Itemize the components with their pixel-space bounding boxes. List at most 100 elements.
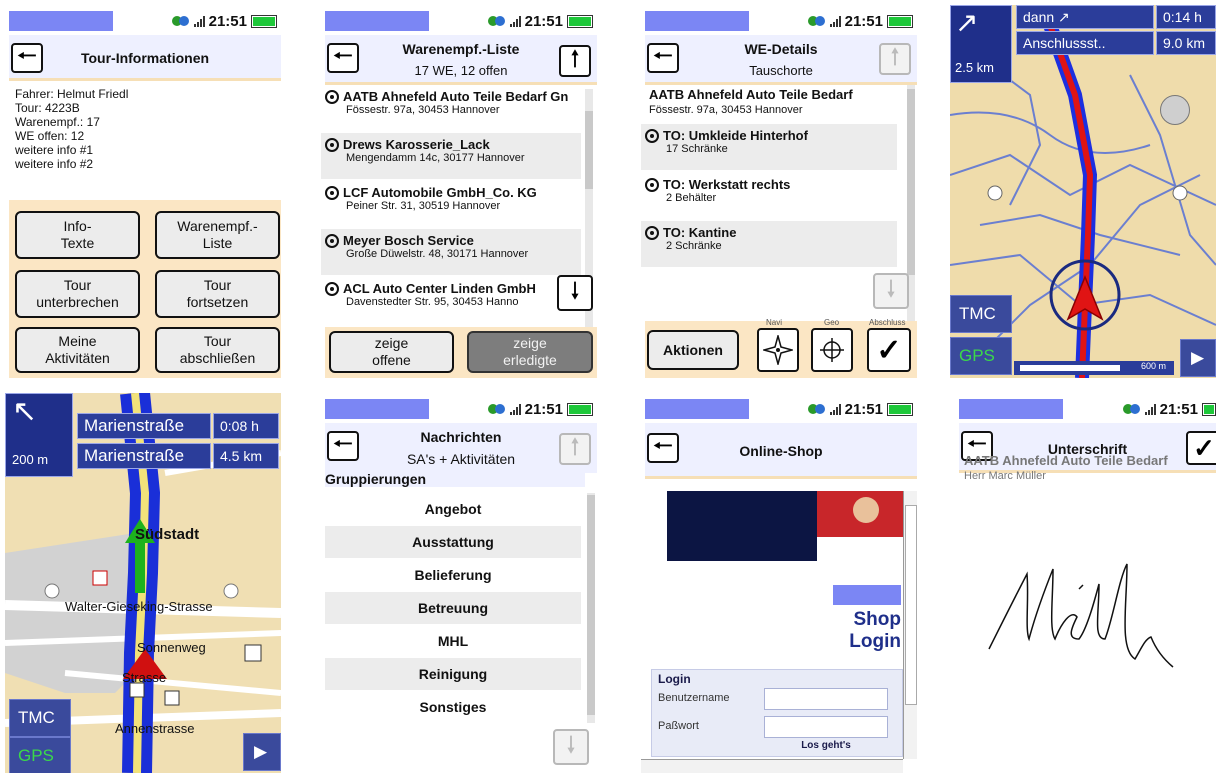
geo-button[interactable]	[811, 328, 853, 372]
app-title-bar	[325, 399, 429, 419]
list-item[interactable]: AATB Ahnefeld Auto Teile Bedarf Gn Fösse…	[321, 89, 581, 133]
horizontal-scrollbar[interactable]	[641, 759, 903, 773]
scroll-up-button[interactable]: 🠑	[879, 43, 911, 75]
remaining-time: 0:08 h	[213, 413, 279, 439]
complete-button[interactable]: ✓	[867, 328, 911, 372]
submit-link[interactable]: Los geht's	[764, 740, 888, 751]
vertical-scrollbar[interactable]	[903, 491, 917, 759]
group-item-reinigung[interactable]: Reinigung	[325, 658, 581, 690]
clock: 21:51	[208, 12, 247, 30]
confirm-button[interactable]: ✓	[1186, 431, 1216, 465]
radio-icon	[325, 137, 339, 152]
list-item[interactable]: ACL Auto Center Linden GmbH Davenstedter…	[321, 277, 581, 323]
scrollbar-thumb[interactable]	[585, 111, 593, 189]
battery-icon	[1202, 402, 1216, 416]
group-item-ausstattung[interactable]: Ausstattung	[325, 526, 581, 558]
back-button[interactable]: 🠐	[647, 433, 679, 463]
screen-recipient-details: 21:51 🠐 WE-Details Tauschorte 🠑 AATB Ahn…	[641, 5, 917, 378]
scrollbar-thumb[interactable]	[907, 89, 915, 275]
button-label: Tour	[63, 277, 92, 293]
button-label: Aktionen	[663, 341, 723, 358]
button-label: Meine	[58, 333, 97, 349]
group-item-belieferung[interactable]: Belieferung	[325, 559, 581, 591]
list-item[interactable]: Meyer Bosch Service Große Düwelstr. 48, …	[321, 229, 581, 275]
button-label: Liste	[202, 235, 233, 251]
actions-button[interactable]: Aktionen	[647, 330, 739, 370]
info-texte-button[interactable]: Info- Texte	[15, 211, 140, 259]
show-done-button[interactable]: zeige erledigte	[467, 331, 593, 373]
list-item[interactable]: TO: Kantine 2 Schränke	[641, 221, 897, 267]
page-title: WE-Details	[744, 41, 818, 57]
meine-aktivitaeten-button[interactable]: Meine Aktivitäten	[15, 327, 140, 373]
clock: 21:51	[1159, 400, 1198, 418]
next-street: Marienstraße	[77, 443, 211, 469]
page-title: Nachrichten	[420, 429, 502, 445]
username-input[interactable]	[764, 688, 888, 710]
group-item-betreuung[interactable]: Betreuung	[325, 592, 581, 624]
group-item-mhl[interactable]: MHL	[325, 625, 581, 657]
gps-button[interactable]: GPS	[950, 337, 1012, 375]
list-item[interactable]: TO: Werkstatt rechts 2 Behälter	[641, 173, 897, 219]
list-item[interactable]: Drews Karosserie_Lack Mengendamm 14c, 30…	[321, 133, 581, 179]
item-address: Große Düwelstr. 48, 30171 Hannover	[346, 248, 529, 260]
back-button[interactable]: 🠐	[11, 43, 43, 73]
show-open-button[interactable]: zeige offene	[329, 331, 454, 373]
status-bar: 21:51	[321, 393, 597, 423]
radio-icon	[645, 225, 659, 240]
button-label: Aktivitäten	[45, 350, 110, 366]
signal-icon	[1144, 403, 1156, 415]
scroll-down-button[interactable]: 🠓	[873, 273, 909, 309]
gps-button[interactable]: GPS	[9, 737, 71, 773]
tmc-button[interactable]: TMC	[950, 295, 1012, 333]
scrollbar[interactable]	[587, 493, 595, 723]
warenempf-liste-button[interactable]: Warenempf.- Liste	[155, 211, 280, 259]
battery-icon	[567, 14, 593, 28]
scrollbar-thumb[interactable]	[587, 495, 595, 715]
tour-info-panel: Fahrer: Helmut Friedl Tour: 4223B Warene…	[13, 85, 277, 200]
screen-navigation-map: ↗ 2.5 km dann ↗ Anschlussst.. 0:14 h 9.0…	[950, 5, 1216, 378]
tour-unterbrechen-button[interactable]: Tour unterbrechen	[15, 270, 140, 318]
tool-label-abschluss: Abschluss	[869, 318, 906, 327]
back-button[interactable]: 🠐	[647, 43, 679, 73]
clock: 21:51	[524, 400, 563, 418]
back-button[interactable]: 🠐	[327, 431, 359, 461]
screen-tour-info: 21:51 🠐 Tour-Informationen Fahrer: Helmu…	[5, 5, 281, 378]
play-button[interactable]: ▶	[1180, 339, 1216, 377]
group-item-angebot[interactable]: Angebot	[325, 493, 581, 525]
turn-indicator: ↖ 200 m	[5, 393, 73, 477]
then-instruction: dann ↗	[1016, 5, 1154, 29]
tour-abschliessen-button[interactable]: Tour abschließen	[155, 327, 280, 373]
play-icon: ▶	[1191, 348, 1205, 367]
arrow-left-icon: 🠐	[333, 43, 353, 68]
banner-photo	[817, 491, 903, 537]
checkmark-icon: ✓	[1193, 432, 1215, 463]
item-detail: 17 Schränke	[666, 143, 728, 155]
signal-icon	[509, 15, 521, 27]
arrow-up-right-icon: ↗	[955, 7, 979, 38]
tour-fortsetzen-button[interactable]: Tour fortsetzen	[155, 270, 280, 318]
list-item[interactable]: TO: Umkleide Hinterhof 17 Schränke	[641, 124, 897, 170]
header: 🠐 Online-Shop	[645, 423, 917, 479]
scrollbar-thumb[interactable]	[905, 505, 917, 705]
back-button[interactable]: 🠐	[327, 43, 359, 73]
button-label: zeige	[374, 335, 409, 351]
signature-pad[interactable]	[959, 489, 1216, 773]
group-heading: Gruppierungen	[325, 471, 585, 487]
scroll-down-button[interactable]: 🠓	[553, 729, 589, 765]
item-name: Meyer Bosch Service	[343, 233, 474, 248]
shop-logo-bar	[833, 585, 901, 605]
company-name: AATB Ahnefeld Auto Teile Bedarf	[649, 87, 853, 102]
password-input[interactable]	[764, 716, 888, 738]
navi-button[interactable]	[757, 328, 799, 372]
play-button[interactable]: ▶	[243, 733, 281, 771]
scroll-up-button[interactable]: 🠑	[559, 433, 591, 465]
list-item[interactable]: LCF Automobile GmbH_Co. KG Peiner Str. 3…	[321, 181, 581, 227]
group-item-sonstiges[interactable]: Sonstiges	[325, 691, 581, 723]
tmc-button[interactable]: TMC	[9, 699, 71, 737]
network-icon	[171, 14, 190, 28]
compass-icon[interactable]	[1160, 95, 1190, 125]
scroll-down-button[interactable]: 🠓	[557, 275, 593, 311]
network-icon	[807, 14, 826, 28]
info-extra-2: weitere info #2	[15, 157, 94, 171]
scroll-up-button[interactable]: 🠑	[559, 45, 591, 77]
